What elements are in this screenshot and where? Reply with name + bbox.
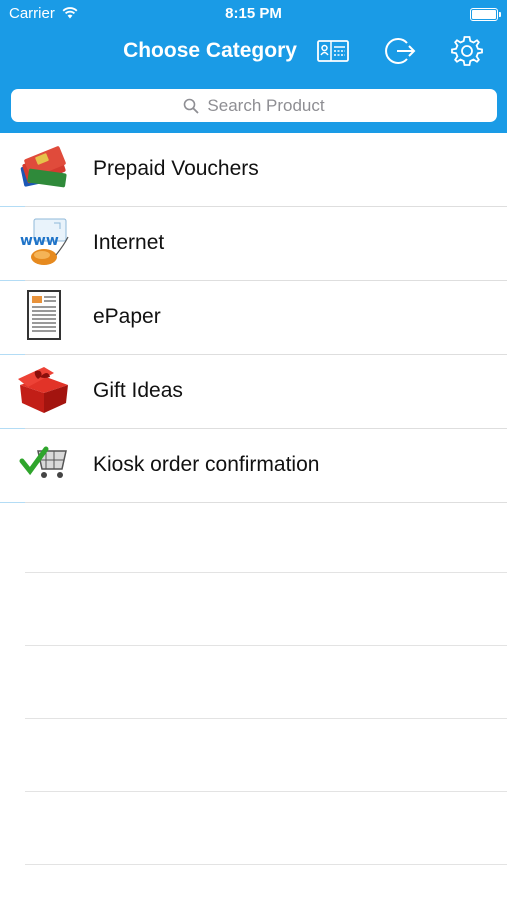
- category-label: Internet: [93, 231, 165, 254]
- empty-row-separator: [25, 791, 507, 792]
- www-mouse-icon: www: [16, 215, 72, 271]
- header: Carrier 8:15 PM Choose Category Search P…: [0, 0, 507, 133]
- search-input[interactable]: Search Product: [11, 89, 497, 122]
- status-bar: Carrier 8:15 PM: [0, 0, 507, 28]
- search-placeholder: Search Product: [207, 95, 325, 115]
- gear-icon[interactable]: [450, 34, 484, 68]
- category-row-internet[interactable]: www Internet: [0, 207, 507, 281]
- category-label: Prepaid Vouchers: [93, 157, 259, 180]
- category-row-prepaid-vouchers[interactable]: Prepaid Vouchers: [0, 133, 507, 207]
- empty-row-separator: [25, 864, 507, 865]
- empty-row-separator: [25, 572, 507, 573]
- category-row-gift-ideas[interactable]: Gift Ideas: [0, 355, 507, 429]
- empty-row-separator: [25, 718, 507, 719]
- search-icon: [184, 98, 200, 114]
- page-title: Choose Category: [123, 39, 297, 62]
- newspaper-icon: [16, 289, 72, 345]
- battery-icon: [470, 8, 501, 21]
- id-card-icon[interactable]: [316, 34, 350, 68]
- logout-icon[interactable]: [383, 34, 417, 68]
- sim-cards-icon: [16, 141, 72, 197]
- status-time: 8:15 PM: [225, 5, 282, 22]
- category-label: Kiosk order confirmation: [93, 453, 320, 476]
- category-row-kiosk-order-confirmation[interactable]: Kiosk order confirmation: [0, 429, 507, 503]
- cart-check-icon: [16, 437, 72, 493]
- gift-box-icon: [16, 363, 72, 419]
- empty-row-separator: [25, 645, 507, 646]
- svg-text:www: www: [20, 233, 59, 249]
- category-list: Prepaid Vouchers www Internet ePaper Gif…: [0, 133, 507, 503]
- category-label: ePaper: [93, 305, 161, 328]
- category-label: Gift Ideas: [93, 379, 183, 402]
- row-separator-accent: [0, 502, 25, 503]
- category-row-epaper[interactable]: ePaper: [0, 281, 507, 355]
